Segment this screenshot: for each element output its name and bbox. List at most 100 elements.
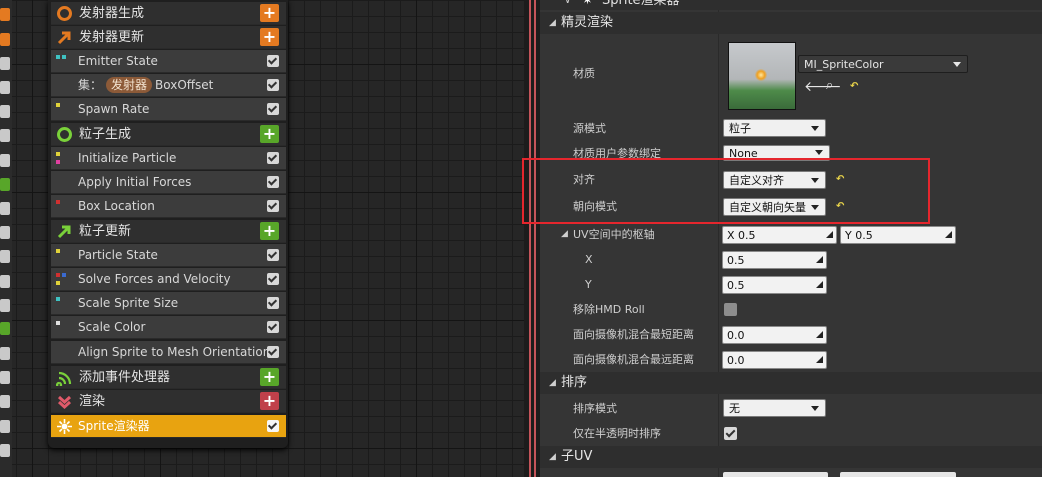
remove-hmd-roll-checkbox[interactable]: [724, 303, 737, 316]
module-color-dot: [56, 281, 60, 285]
module-enabled-checkbox[interactable]: [267, 55, 279, 67]
add-button-partial[interactable]: [0, 33, 10, 46]
add-module-button[interactable]: +: [260, 28, 279, 46]
checkbox-partial[interactable]: [0, 420, 10, 433]
module-label: Particle State: [78, 248, 158, 262]
module-emitter-state[interactable]: Emitter State: [51, 50, 286, 73]
checkbox-partial[interactable]: [0, 154, 10, 167]
stack-group-particle-update[interactable]: 粒子更新 +: [51, 220, 286, 243]
checkbox-partial[interactable]: [0, 81, 10, 94]
module-scale-sprite-size[interactable]: Scale Sprite Size: [51, 292, 286, 315]
reset-to-default-icon[interactable]: ↶: [850, 81, 858, 92]
expand-arrow-icon[interactable]: ◢: [561, 222, 568, 247]
expand-arrow-icon[interactable]: ◢: [549, 446, 556, 468]
add-module-button[interactable]: +: [260, 368, 279, 386]
checkbox-partial[interactable]: [0, 250, 10, 263]
y-value-field[interactable]: 0.5: [722, 276, 827, 294]
stack-group-render[interactable]: 渲染 +: [51, 390, 286, 413]
module-label: Scale Color: [78, 320, 146, 334]
collapse-chevron-icon[interactable]: ∨: [564, 0, 571, 10]
checkbox-partial[interactable]: [0, 395, 10, 408]
module-label: Sprite渲染器: [78, 419, 150, 433]
emitter-stack-node[interactable]: 发射器生成 + 发射器更新 + Emitter State 集： 发射器 BoxOf…: [48, 0, 288, 448]
dropdown-value: None: [729, 147, 758, 160]
reset-to-default-icon[interactable]: ↶: [836, 174, 844, 185]
module-enabled-checkbox[interactable]: [267, 249, 279, 261]
stack-group-emitter-update[interactable]: 发射器更新 +: [51, 26, 286, 49]
checkbox-partial[interactable]: [0, 275, 10, 288]
category-sprite-rendering[interactable]: ◢ 精灵渲染: [540, 12, 1042, 34]
module-enabled-checkbox[interactable]: [267, 200, 279, 212]
module-particle-state[interactable]: Particle State: [51, 244, 286, 267]
add-module-button[interactable]: +: [260, 222, 279, 240]
checkbox-partial[interactable]: [0, 105, 10, 118]
max-blend-field[interactable]: 0.0: [722, 351, 827, 369]
chevron-down-icon: [953, 62, 961, 67]
sort-translucent-checkbox[interactable]: [724, 427, 737, 440]
module-sprite-renderer[interactable]: Sprite渲染器: [51, 415, 286, 438]
checkbox-partial[interactable]: [0, 202, 10, 215]
module-apply-initial-forces[interactable]: Apply Initial Forces: [51, 171, 286, 194]
stack-group-event-handler[interactable]: 添加事件处理器 +: [51, 366, 286, 389]
category-subuv[interactable]: ◢ 子UV: [540, 446, 1042, 468]
module-enabled-checkbox[interactable]: [267, 103, 279, 115]
material-thumbnail[interactable]: [728, 42, 796, 110]
module-enabled-checkbox[interactable]: [267, 321, 279, 333]
emitter-update-icon: [57, 31, 71, 45]
checkbox-partial[interactable]: [0, 371, 10, 384]
stack-group-emitter-spawn[interactable]: 发射器生成 +: [51, 2, 286, 25]
expand-arrow-icon[interactable]: ◢: [549, 372, 556, 394]
module-enabled-checkbox[interactable]: [267, 273, 279, 285]
module-enabled-checkbox[interactable]: [267, 346, 279, 358]
category-sorting[interactable]: ◢ 排序: [540, 372, 1042, 394]
module-solve-forces[interactable]: Solve Forces and Velocity: [51, 268, 286, 291]
drag-grip-icon: [826, 231, 833, 238]
pivot-y-field[interactable]: Y 0.5: [840, 226, 956, 244]
pivot-x-field[interactable]: X 0.5: [722, 226, 837, 244]
panel-splitter[interactable]: [524, 0, 540, 477]
module-spawn-rate[interactable]: Spawn Rate: [51, 98, 286, 121]
material-binding-dropdown[interactable]: None: [723, 145, 830, 161]
module-set-box-offset[interactable]: 集： 发射器 BoxOffset: [51, 74, 286, 97]
source-mode-dropdown[interactable]: 粒子: [723, 119, 826, 137]
stack-group-particle-spawn[interactable]: 粒子生成 +: [51, 123, 286, 146]
module-scale-color[interactable]: Scale Color: [51, 316, 286, 339]
browse-search-icon[interactable]: ⌕: [826, 78, 833, 93]
min-blend-field[interactable]: 0.0: [722, 326, 827, 344]
module-enabled-checkbox[interactable]: [267, 420, 279, 432]
checkbox-partial[interactable]: [0, 129, 10, 142]
material-asset-picker[interactable]: MI_SpriteColor: [798, 55, 968, 73]
checkbox-partial[interactable]: [0, 444, 10, 457]
expand-arrow-icon[interactable]: ◢: [549, 12, 556, 34]
module-enabled-checkbox[interactable]: [267, 79, 279, 91]
checkbox-partial[interactable]: [0, 57, 10, 70]
module-enabled-checkbox[interactable]: [267, 152, 279, 164]
alignment-dropdown[interactable]: 自定义对齐: [723, 171, 826, 189]
reset-to-default-icon[interactable]: ↶: [836, 201, 844, 212]
checkbox-partial[interactable]: [0, 226, 10, 239]
module-color-dot: [56, 200, 60, 204]
property-label: 源模式: [573, 122, 606, 135]
checkbox-partial[interactable]: [0, 347, 10, 360]
add-button-partial[interactable]: [0, 8, 10, 21]
module-color-dot: [56, 273, 60, 277]
module-box-location[interactable]: Box Location: [51, 195, 286, 218]
module-enabled-checkbox[interactable]: [267, 176, 279, 188]
sort-mode-dropdown[interactable]: 无: [723, 399, 826, 417]
add-button-partial[interactable]: [0, 322, 10, 335]
x-value-field[interactable]: 0.5: [722, 251, 827, 269]
add-module-button[interactable]: +: [260, 4, 279, 22]
subuv-field-partial[interactable]: [723, 472, 828, 477]
add-button-partial[interactable]: [0, 178, 10, 191]
facing-mode-dropdown[interactable]: 自定义朝向矢量: [723, 198, 826, 216]
add-module-button[interactable]: +: [260, 125, 279, 143]
subuv-field-partial[interactable]: [840, 472, 956, 477]
splitter-line: [534, 0, 536, 477]
module-enabled-checkbox[interactable]: [267, 297, 279, 309]
add-module-button[interactable]: +: [260, 392, 279, 410]
material-preview-glow: [755, 69, 767, 81]
module-initialize-particle[interactable]: Initialize Particle: [51, 147, 286, 170]
use-selected-arrow-icon[interactable]: 🡐: [804, 78, 842, 95]
module-align-sprite[interactable]: Align Sprite to Mesh Orientation: [51, 341, 286, 364]
checkbox-partial[interactable]: [0, 299, 10, 312]
